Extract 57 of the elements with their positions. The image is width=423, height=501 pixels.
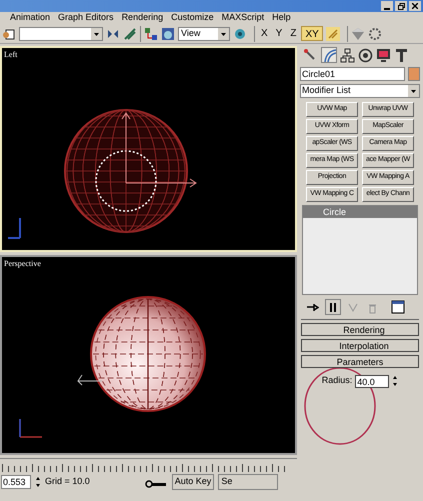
display-tab-icon[interactable] [376, 48, 391, 62]
close-button[interactable] [409, 1, 421, 11]
viewport[interactable]: Left [0, 46, 297, 252]
align-icon[interactable] [123, 26, 137, 40]
schematic-icon[interactable] [144, 26, 158, 40]
shaded-sphere[interactable] [90, 296, 206, 412]
stack-item[interactable]: Circle [303, 206, 417, 218]
radius-field[interactable]: 40.0 [355, 374, 390, 388]
motion-tab-icon[interactable] [358, 48, 373, 62]
pause-icon [330, 302, 336, 312]
axis-constraint-button[interactable]: Y [272, 26, 286, 41]
restore-button[interactable] [395, 1, 407, 11]
named-selection-dropdown[interactable] [19, 26, 103, 40]
axis-constraint-button[interactable]: X [258, 26, 271, 41]
object-name-field[interactable]: Circle01 [300, 67, 405, 81]
menu-item[interactable]: MAXScript [222, 11, 264, 25]
modifier-stack-list[interactable]: Circle [302, 205, 418, 295]
axis-constraint-button[interactable]: XY [301, 26, 323, 41]
transform-gizmo[interactable] [122, 112, 197, 188]
hierarchy-tab-icon[interactable] [340, 48, 355, 62]
axis-tripod-icon [19, 418, 43, 438]
named-selection-icon[interactable] [2, 26, 16, 40]
viewport-label[interactable]: Left [4, 49, 18, 61]
menu-item[interactable]: Animation [10, 11, 50, 25]
auto-key-button[interactable]: Auto Key [172, 474, 214, 490]
axis-constraint-button[interactable]: Z [287, 26, 300, 41]
configure-sets-icon[interactable] [391, 300, 405, 314]
show-end-result-button[interactable] [325, 299, 341, 315]
axis-tripod-icon [7, 217, 21, 239]
modify-tab-icon[interactable] [321, 47, 337, 63]
viewport[interactable]: Perspective [0, 255, 297, 455]
rollout-header[interactable]: Interpolation [301, 339, 419, 352]
viewport-label[interactable]: Perspective [4, 258, 41, 270]
grid-size-text: Grid = 10.0 [45, 475, 90, 488]
menu-item[interactable]: Customize [171, 11, 214, 25]
modifier-list-dropdown[interactable]: Modifier List [300, 84, 420, 98]
set-key-button[interactable]: Se [218, 474, 278, 490]
reference-coordinate-dropdown[interactable]: View [178, 26, 230, 40]
menu-item[interactable]: Graph Editors [58, 11, 114, 25]
quick-render-icon[interactable] [368, 26, 382, 40]
minimize-icon [384, 8, 390, 10]
minimize-button[interactable] [381, 1, 393, 11]
coordinate-field[interactable]: 0.553 [1, 475, 31, 489]
timeline-track[interactable] [0, 458, 297, 472]
material-editor-icon[interactable] [161, 26, 175, 40]
rollout-header[interactable]: Parameters [301, 355, 419, 368]
close-icon [412, 3, 418, 9]
selected-circle-shape[interactable] [95, 150, 157, 212]
menu-item[interactable]: Rendering [122, 11, 164, 25]
pivot-icon[interactable] [233, 26, 247, 40]
object-color-swatch[interactable] [408, 67, 420, 81]
spinner-icon[interactable] [392, 375, 398, 387]
spinner-icon[interactable] [35, 476, 41, 488]
menu-item[interactable]: Help [272, 11, 291, 25]
rollout-header[interactable]: Rendering [301, 323, 419, 336]
restore-icon [398, 2, 404, 10]
hammer-icon[interactable] [394, 48, 409, 62]
